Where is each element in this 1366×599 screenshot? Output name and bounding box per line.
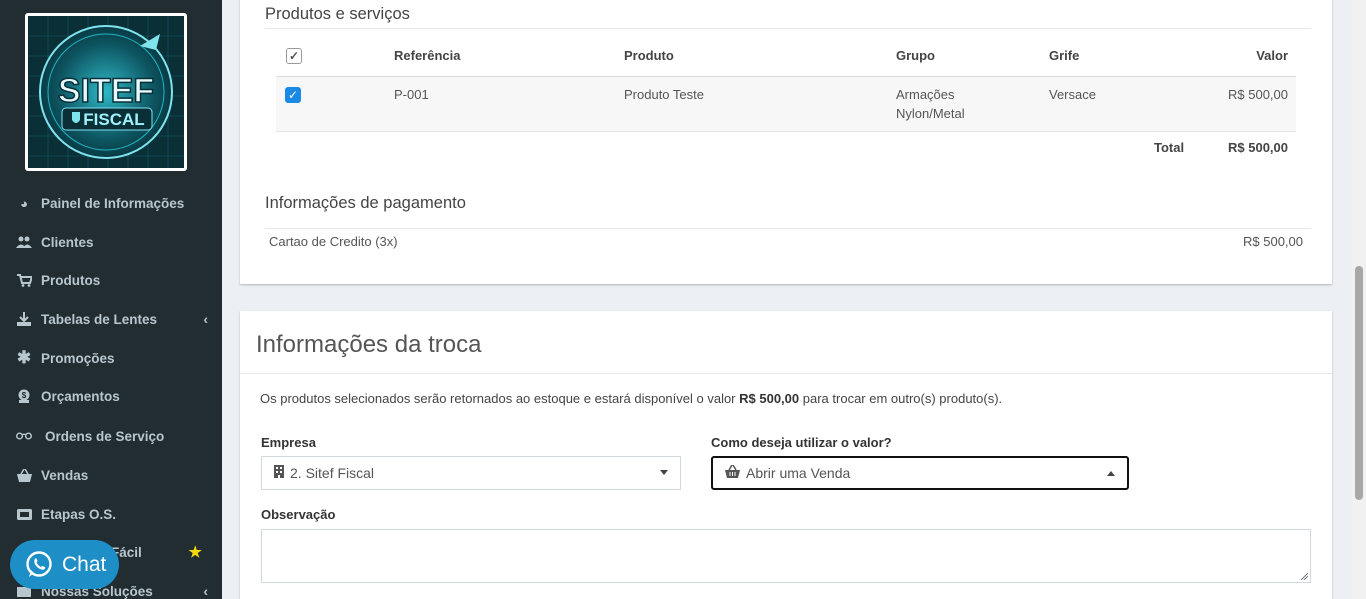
info-text-before: Os produtos selecionados serão retornado… (260, 391, 736, 406)
cell-grupo: Armações Nylon/Metal (896, 76, 1049, 132)
cell-grife: Versace (1049, 76, 1169, 132)
sidebar-item-label: Vendas (41, 467, 89, 483)
cart-icon (16, 272, 32, 288)
sidebar-item-label: Tabelas de Lentes (41, 311, 158, 327)
sidebar: SITEF FISCAL ◕ Painel de Informações Cli… (0, 0, 222, 599)
uso-valor-select[interactable]: Abrir uma Venda (711, 456, 1129, 490)
sidebar-item-painel[interactable]: ◕ Painel de Informações (0, 185, 222, 221)
cell-grupo-line1: Armações (896, 86, 955, 102)
info-text-after: para trocar em outro(s) produto(s). (802, 391, 1003, 406)
asterisk-icon: ✱ (16, 348, 32, 367)
col-referencia: Referência (394, 36, 624, 77)
star-icon: ★ (188, 544, 202, 561)
resize-handle-icon[interactable] (1301, 573, 1308, 580)
page-scrollbar[interactable] (1352, 0, 1366, 599)
main-content: Produtos e serviços ✓ Referência Produto… (222, 0, 1352, 599)
sidebar-item-label: Ordens de Serviço (45, 428, 165, 444)
col-grife: Grife (1049, 36, 1169, 77)
table-row[interactable]: ✓ P-001 Produto Teste Armações Nylon/Met… (276, 76, 1296, 132)
cell-produto: Produto Teste (624, 76, 896, 132)
info-amount: R$ 500,00 (739, 391, 800, 406)
svg-text:$: $ (22, 391, 27, 400)
observacao-label: Observação (261, 507, 336, 522)
uso-valor-value: Abrir uma Venda (746, 465, 851, 481)
sidebar-item-promocoes[interactable]: ✱ Promoções (0, 340, 222, 376)
users-icon (16, 234, 32, 250)
col-grupo: Grupo (896, 36, 1049, 77)
sidebar-item-label: Promoções (41, 350, 115, 366)
whatsapp-icon (26, 550, 52, 577)
payment-value: R$ 500,00 (1243, 234, 1303, 249)
chat-label: Chat (62, 552, 107, 576)
glasses-icon (16, 428, 32, 444)
exchange-info-text: Os produtos selecionados serão retornado… (260, 391, 1002, 406)
svg-text:FISCAL: FISCAL (83, 110, 144, 129)
divider (265, 28, 1311, 29)
download-icon (16, 311, 32, 327)
observacao-textarea[interactable] (261, 529, 1311, 583)
payment-section-title: Informações de pagamento (265, 194, 466, 212)
uso-valor-label: Como deseja utilizar o valor? (711, 435, 892, 450)
sidebar-item-label: Painel de Informações (41, 195, 185, 211)
col-valor: Valor (1169, 36, 1296, 77)
building-icon (274, 465, 284, 481)
sitef-fiscal-logo[interactable]: SITEF FISCAL (25, 13, 187, 171)
products-section-title: Produtos e serviços (265, 5, 410, 23)
scrollbar-thumb[interactable] (1355, 266, 1363, 500)
payment-row: Cartao de Credito (3x) R$ 500,00 (269, 234, 1303, 249)
empresa-select[interactable]: 2. Sitef Fiscal (261, 456, 681, 490)
ticket-icon (16, 506, 32, 522)
sidebar-item-tabelas-de-lentes[interactable]: Tabelas de Lentes ‹ (0, 301, 222, 337)
exchange-title: Informações da troca (256, 331, 482, 358)
sidebar-item-ordens-de-servico[interactable]: Ordens de Serviço (0, 418, 222, 454)
payment-method: Cartao de Credito (3x) (269, 234, 398, 249)
empresa-value: 2. Sitef Fiscal (290, 465, 375, 481)
select-all-checkbox[interactable]: ✓ (286, 47, 302, 64)
chevron-left-icon: ‹ (203, 583, 208, 599)
sidebar-item-label: Orçamentos (41, 388, 120, 404)
col-produto: Produto (624, 36, 896, 77)
sidebar-item-produtos[interactable]: Produtos (0, 262, 222, 298)
cell-grupo-line2: Nylon/Metal (896, 105, 965, 121)
table-header-row: ✓ Referência Produto Grupo Grife Valor (276, 36, 1296, 77)
basket-icon (16, 467, 32, 483)
budget-icon: $ (16, 388, 32, 404)
empresa-label: Empresa (261, 435, 316, 450)
sidebar-item-etapas-os[interactable]: Etapas O.S. (0, 496, 222, 532)
dashboard-icon: ◕ (20, 195, 28, 211)
sidebar-item-clientes[interactable]: Clientes (0, 224, 222, 260)
chat-button[interactable]: Chat (10, 540, 119, 589)
sidebar-item-label: Clientes (41, 234, 94, 250)
products-table: ✓ Referência Produto Grupo Grife Valor ✓… (276, 36, 1296, 132)
svg-text:SITEF: SITEF (58, 72, 154, 110)
cell-valor: R$ 500,00 (1169, 76, 1296, 132)
total-label: Total (1154, 140, 1185, 155)
sidebar-item-orcamentos[interactable]: $ Orçamentos (0, 378, 222, 414)
logo-graphic: SITEF FISCAL (28, 16, 184, 168)
divider (265, 228, 1311, 229)
chevron-left-icon: ‹ (203, 311, 208, 327)
row-checkbox[interactable]: ✓ (285, 86, 301, 103)
sale-details-box: Produtos e serviços ✓ Referência Produto… (240, 0, 1332, 284)
select-all-cell: ✓ (276, 36, 394, 77)
basket-icon (725, 464, 740, 481)
cell-referencia: P-001 (394, 76, 624, 132)
row-select-cell: ✓ (276, 76, 394, 132)
caret-down-icon (660, 470, 668, 475)
sidebar-item-vendas[interactable]: Vendas (0, 457, 222, 493)
total-value: R$ 500,00 (1228, 140, 1288, 155)
divider (240, 373, 1332, 374)
sidebar-item-label: Etapas O.S. (41, 506, 117, 522)
sidebar-item-label: Produtos (41, 272, 101, 288)
caret-up-icon (1107, 471, 1115, 476)
exchange-info-box: Informações da troca Os produtos selecio… (240, 311, 1332, 599)
